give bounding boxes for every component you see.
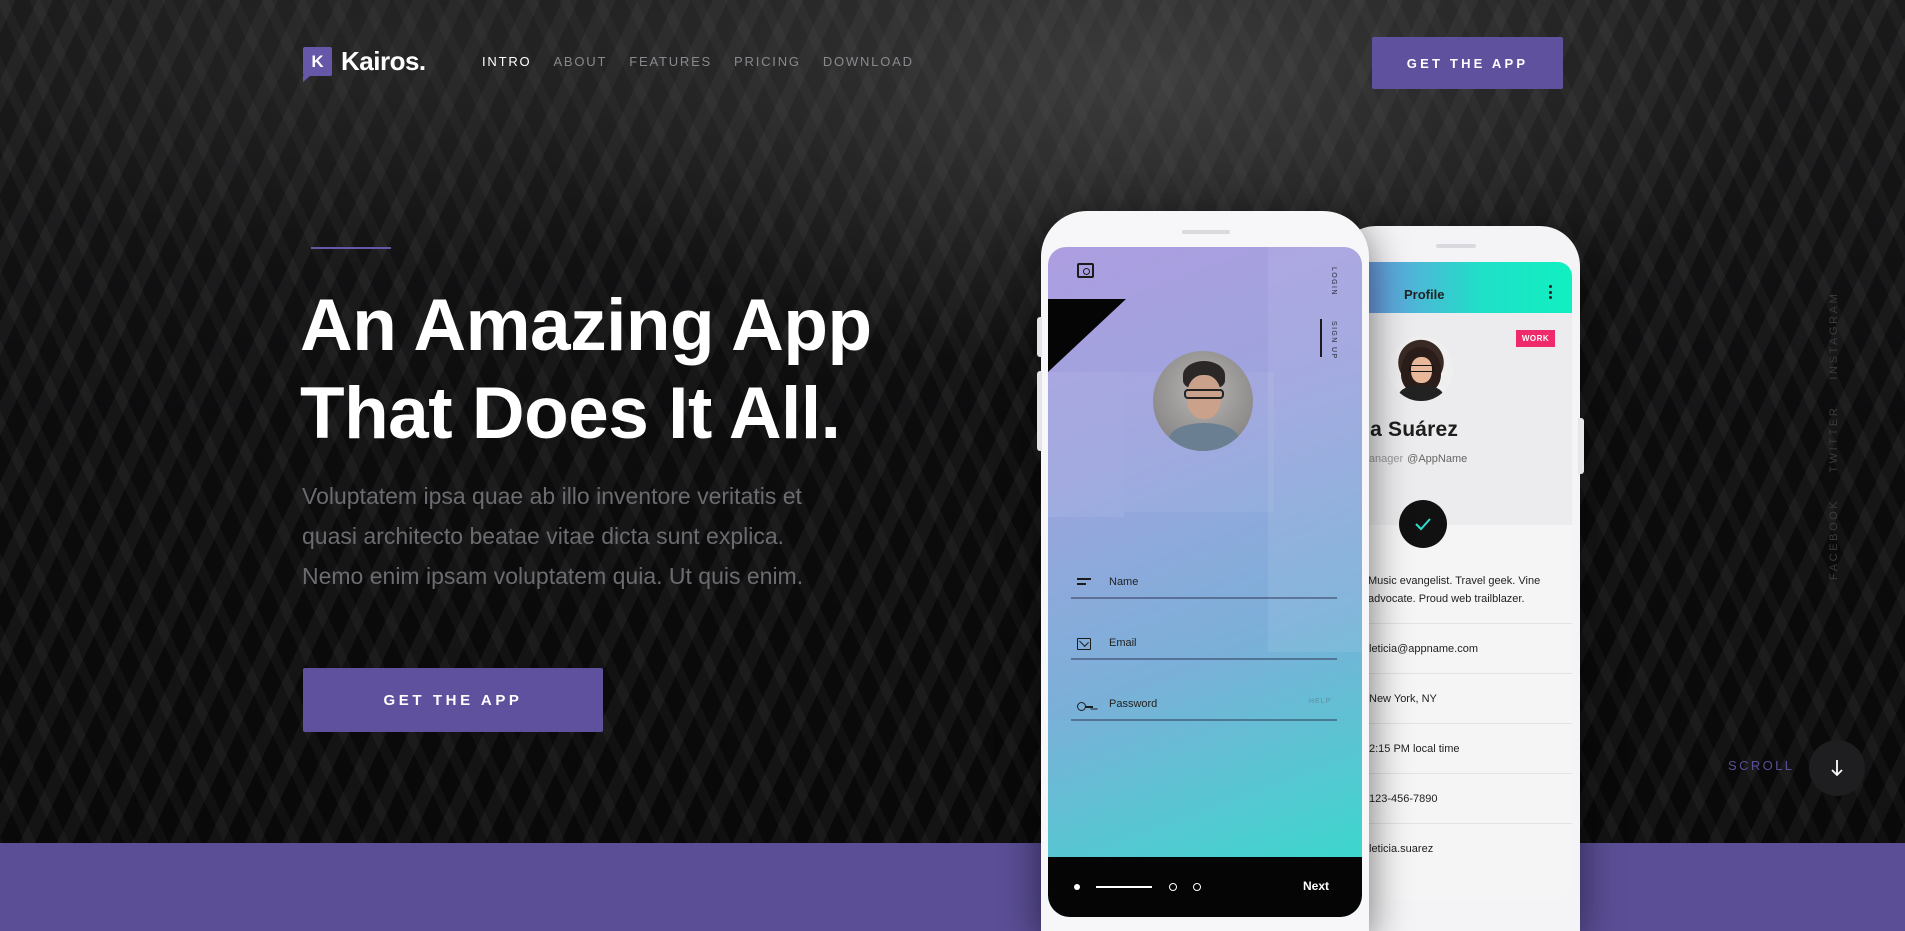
work-badge: WORK (1516, 330, 1555, 347)
hero-headline: An Amazing App That Does It All. (300, 282, 940, 458)
header-get-app-button[interactable]: GET THE APP (1372, 37, 1563, 89)
accent-line (311, 247, 391, 249)
phone-side-button (1578, 418, 1584, 474)
purple-section-band (0, 843, 1905, 931)
phone-speaker (1436, 244, 1476, 248)
profile-screen: Profile WORK ticia Suárez uct Manager @Ap… (1348, 262, 1572, 900)
scroll-label: SCROLL (1728, 758, 1795, 773)
text-lines-icon (1077, 577, 1091, 589)
subtitle-line-2: quasi architecto beatae vitae dicta sunt… (302, 523, 785, 549)
more-vertical-icon[interactable] (1548, 285, 1552, 299)
page-dot-active[interactable] (1074, 884, 1080, 890)
mail-icon (1077, 638, 1091, 650)
subtitle-line-1: Voluptatem ipsa quae ab illo inventore v… (302, 483, 802, 509)
tab-indicator (1320, 319, 1322, 357)
confirm-button[interactable] (1399, 500, 1447, 548)
profile-time-row[interactable]: 2:15 PM local time (1348, 723, 1572, 773)
password-field-label: Password (1109, 698, 1158, 710)
arrow-down-icon (1831, 760, 1843, 777)
social-facebook-link[interactable]: FACEBOOK (1828, 499, 1840, 580)
user-avatar (1153, 351, 1253, 451)
profile-location-row[interactable]: New York, NY (1348, 673, 1572, 723)
nav-item-intro[interactable]: INTRO (482, 54, 531, 69)
headline-line-1: An Amazing App (300, 285, 872, 366)
help-link[interactable]: HELP (1309, 698, 1331, 705)
profile-avatar (1389, 337, 1453, 401)
password-field[interactable]: Password HELP (1071, 691, 1337, 721)
nav-item-about[interactable]: ABOUT (553, 54, 607, 69)
key-icon (1077, 699, 1093, 711)
hero-get-app-button[interactable]: GET THE APP (303, 668, 603, 732)
profile-username-row[interactable]: leticia.suarez (1348, 823, 1572, 873)
name-field-label: Name (1109, 576, 1139, 588)
page-dot[interactable] (1169, 883, 1177, 891)
social-twitter-link[interactable]: TWITTER (1828, 406, 1840, 473)
decor-shape (1048, 372, 1124, 517)
login-screen: LOGIN SIGN UP Name Email Password HELP N… (1048, 247, 1362, 917)
hero-subtitle: Voluptatem ipsa quae ab illo inventore v… (302, 476, 862, 596)
logo-mark: K (303, 47, 332, 82)
scroll-down-button[interactable] (1809, 740, 1865, 796)
profile-handle: @AppName (1407, 453, 1468, 465)
main-nav: INTRO ABOUT FEATURES PRICING DOWNLOAD (482, 54, 914, 69)
nav-item-pricing[interactable]: PRICING (734, 54, 801, 69)
profile-title: Profile (1404, 287, 1445, 302)
decor-triangle (1048, 299, 1126, 372)
email-field[interactable]: Email (1071, 630, 1337, 660)
next-button[interactable]: Next (1303, 879, 1329, 893)
profile-header-bar (1348, 262, 1572, 313)
subtitle-line-3: Nemo enim ipsam voluptatem quia. Ut quis… (302, 563, 804, 589)
email-field-label: Email (1109, 637, 1137, 649)
logo-text: Kairos. (341, 46, 426, 76)
logo[interactable]: K Kairos. (303, 46, 426, 82)
tab-login[interactable]: LOGIN (1330, 267, 1337, 296)
profile-phone-row[interactable]: 123-456-7890 (1348, 773, 1572, 823)
tab-signup[interactable]: SIGN UP (1330, 321, 1337, 360)
name-field[interactable]: Name (1071, 569, 1337, 599)
profile-email-row[interactable]: leticia@appname.com (1348, 623, 1572, 673)
phone-speaker (1182, 230, 1230, 234)
headline-line-2: That Does It All. (300, 373, 841, 454)
social-links: FACEBOOK TWITTER INSTAGRAM (1824, 290, 1844, 580)
nav-item-download[interactable]: DOWNLOAD (823, 54, 914, 69)
profile-bio: Music evangelist. Travel geek. Vine advo… (1368, 575, 1541, 605)
check-icon (1415, 518, 1431, 531)
page-dot[interactable] (1193, 883, 1201, 891)
camera-icon[interactable] (1077, 263, 1094, 278)
page-progress-line (1096, 886, 1152, 888)
onboarding-bottom-bar: Next (1048, 857, 1362, 917)
social-instagram-link[interactable]: INSTAGRAM (1828, 292, 1840, 380)
hero-background (0, 0, 1905, 931)
phone-side-button (1037, 317, 1042, 357)
phone-side-button (1037, 371, 1042, 451)
nav-item-features[interactable]: FEATURES (629, 54, 712, 69)
